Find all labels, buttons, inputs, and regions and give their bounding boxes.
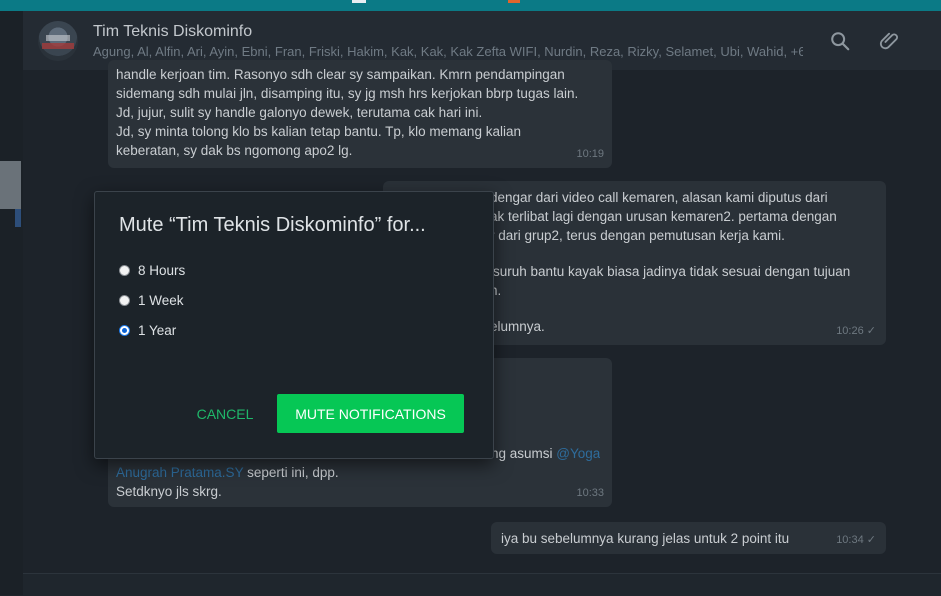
message-line: Jd, jujur, sulit sy handle galonyo dewek… <box>116 105 483 120</box>
tab-indicator <box>352 0 366 3</box>
chat-title[interactable]: Tim Teknis Diskominfo <box>93 23 252 41</box>
message-time: 10:33 <box>576 487 604 499</box>
message-time: 10:26 ✓ <box>836 325 876 337</box>
message-line <box>490 300 850 317</box>
message-line: elumnya. <box>490 319 545 334</box>
chat-list-pane <box>0 11 23 595</box>
message-bubble[interactable]: iya bu sebelumnya kurang jelas untuk 2 p… <box>491 522 886 554</box>
message-line: keberatan, sy dak bs ngomong apo2 lg. <box>116 143 353 158</box>
mute-notifications-button[interactable]: MUTE NOTIFICATIONS <box>277 394 464 433</box>
message-line: sidemang sdh mulai jln, disamping itu, s… <box>116 86 579 101</box>
message-line: Setdknyo jls skrg. <box>116 484 222 499</box>
message-line: r dari grup2, terus dengan pemutusan ker… <box>490 228 785 243</box>
message-line: dengar dari video call kemaren, alasan k… <box>490 190 828 205</box>
mute-dialog: Mute “Tim Teknis Diskominfo” for... 8 Ho… <box>94 191 494 459</box>
message-line: Anugrah Pratama.SY seperti ini, dpp. <box>116 463 600 482</box>
radio-button-checked[interactable] <box>119 324 130 336</box>
option-label: 8 Hours <box>138 262 186 278</box>
paperclip-icon[interactable] <box>879 30 901 52</box>
message-line: Jd, sy minta tolong klo bs kalian tetap … <box>116 124 521 139</box>
cancel-button[interactable]: CANCEL <box>191 395 259 433</box>
avatar-detail <box>42 43 74 49</box>
option-1-week[interactable]: 1 Week <box>119 291 184 309</box>
option-label: 1 Week <box>138 292 184 308</box>
window-top-strip <box>0 0 941 11</box>
dialog-title: Mute “Tim Teknis Diskominfo” for... <box>119 214 426 236</box>
message-text: ng asumsi <box>491 446 557 461</box>
message-time: 10:34 ✓ <box>836 534 876 546</box>
message-line: n. <box>490 283 502 298</box>
message-line <box>490 245 850 262</box>
option-1-year[interactable]: 1 Year <box>119 321 176 339</box>
option-label: 1 Year <box>138 322 177 338</box>
radio-button[interactable] <box>119 294 130 306</box>
message-line: isuruh bantu kayak biasa jadinya tidak s… <box>490 264 851 279</box>
message-bubble[interactable]: handle kerjoan tim. Rasonyo sdh clear sy… <box>108 60 612 168</box>
group-avatar[interactable] <box>38 21 78 61</box>
message-line: iya bu sebelumnya kurang jelas untuk 2 p… <box>501 531 790 546</box>
message-text: seperti ini, dpp. <box>243 465 339 480</box>
selected-chat-item[interactable] <box>0 161 21 209</box>
tab-indicator <box>508 0 520 3</box>
selection-indicator <box>15 209 21 227</box>
message-time: 10:19 <box>576 148 604 160</box>
option-8-hours[interactable]: 8 Hours <box>119 261 185 279</box>
avatar-detail <box>46 35 70 41</box>
search-icon[interactable] <box>829 30 851 52</box>
message-line: handle kerjoan tim. Rasonyo sdh clear sy… <box>116 67 565 82</box>
message-line: ak terlibat lagi dengan urusan kemaren2.… <box>490 209 837 224</box>
mention-link[interactable]: @Yoga <box>556 446 600 461</box>
mention-link[interactable]: Anugrah Pratama.SY <box>116 465 243 480</box>
message-composer[interactable] <box>23 573 941 596</box>
radio-button[interactable] <box>119 264 130 276</box>
chat-members[interactable]: Agung, Al, Alfin, Ari, Ayin, Ebni, Fran,… <box>93 44 803 59</box>
